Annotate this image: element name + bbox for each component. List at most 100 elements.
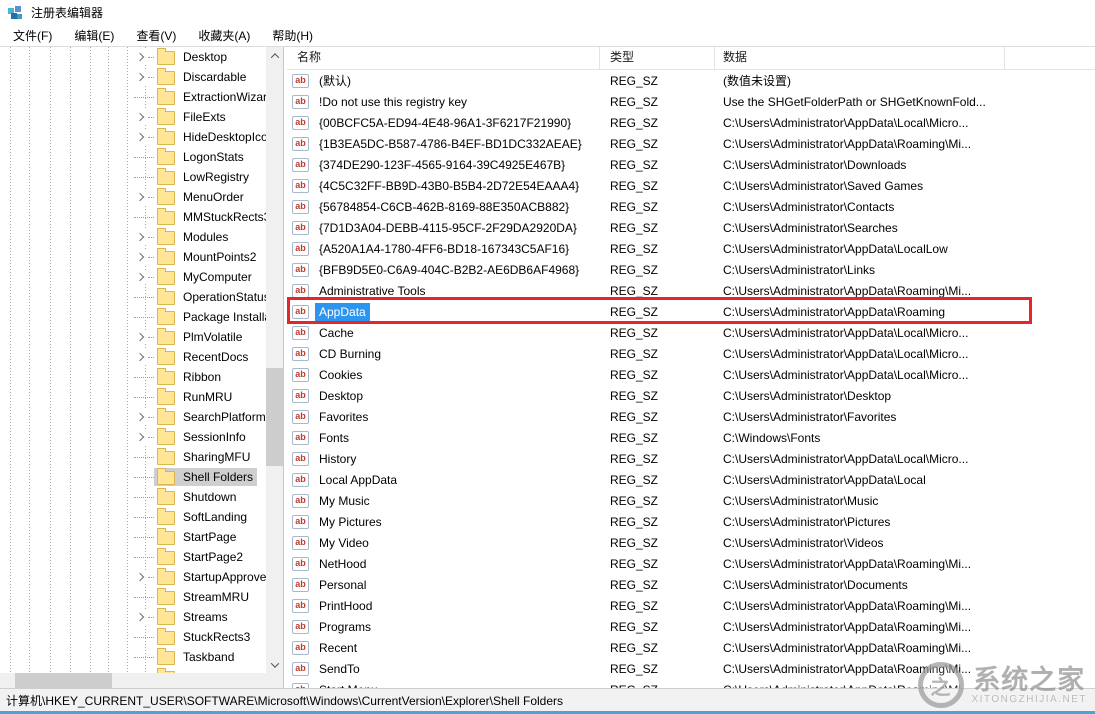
column-header-data[interactable]: 数据	[715, 47, 1005, 69]
value-name: Programs	[315, 618, 375, 636]
tree-item-label: RecentDocs	[181, 349, 250, 365]
registry-value-row[interactable]: abCacheREG_SZC:\Users\Administrator\AppD…	[287, 322, 1095, 343]
registry-value-row[interactable]: ab!Do not use this registry keyREG_SZUse…	[287, 91, 1095, 112]
chevron-right-icon[interactable]	[134, 410, 148, 424]
registry-value-row[interactable]: ab{56784854-C6CB-462B-8169-88E350ACB882}…	[287, 196, 1095, 217]
tree-item-runmru[interactable]: RunMRU	[0, 387, 266, 407]
registry-value-row[interactable]: abStart MenuREG_SZC:\Users\Administrator…	[287, 679, 1095, 688]
chevron-right-icon[interactable]	[134, 50, 148, 64]
column-header-type[interactable]: 类型	[600, 47, 715, 69]
registry-value-row[interactable]: abDesktopREG_SZC:\Users\Administrator\De…	[287, 385, 1095, 406]
registry-value-row[interactable]: abPersonalREG_SZC:\Users\Administrator\D…	[287, 574, 1095, 595]
chevron-right-icon[interactable]	[134, 190, 148, 204]
chevron-right-icon[interactable]	[134, 70, 148, 84]
tree-item-startpage[interactable]: StartPage	[0, 527, 266, 547]
tree-item-shell-folders[interactable]: Shell Folders	[0, 467, 266, 487]
folder-icon	[157, 531, 175, 545]
tree-item-mmstuckrects3[interactable]: MMStuckRects3	[0, 207, 266, 227]
chevron-right-icon[interactable]	[134, 230, 148, 244]
registry-value-row[interactable]: ab{BFB9D5E0-C6A9-404C-B2B2-AE6DB6AF4968}…	[287, 259, 1095, 280]
chevron-right-icon[interactable]	[134, 250, 148, 264]
scroll-left-arrow-icon[interactable]	[0, 673, 15, 688]
tree-item-sessioninfo[interactable]: SessionInfo	[0, 427, 266, 447]
tree-item-modules[interactable]: Modules	[0, 227, 266, 247]
menu-item-4[interactable]: 帮助(H)	[261, 25, 324, 46]
tree-item-recentdocs[interactable]: RecentDocs	[0, 347, 266, 367]
tree-item-discardable[interactable]: Discardable	[0, 67, 266, 87]
tree-item-sharingmfu[interactable]: SharingMFU	[0, 447, 266, 467]
string-value-icon: ab	[292, 452, 309, 466]
chevron-right-icon[interactable]	[134, 430, 148, 444]
registry-value-row[interactable]: abSendToREG_SZC:\Users\Administrator\App…	[287, 658, 1095, 679]
registry-value-row[interactable]: abFontsREG_SZC:\Windows\Fonts	[287, 427, 1095, 448]
registry-value-row[interactable]: ab{4C5C32FF-BB9D-43B0-B5B4-2D72E54EAAA4}…	[287, 175, 1095, 196]
vertical-scroll-thumb[interactable]	[266, 368, 283, 466]
registry-value-row[interactable]: abFavoritesREG_SZC:\Users\Administrator\…	[287, 406, 1095, 427]
menu-item-0[interactable]: 文件(F)	[2, 25, 63, 46]
registry-value-row[interactable]: abAdministrative ToolsREG_SZC:\Users\Adm…	[287, 280, 1095, 301]
chevron-right-icon[interactable]	[134, 610, 148, 624]
chevron-right-icon[interactable]	[134, 270, 148, 284]
tree-item-logonstats[interactable]: LogonStats	[0, 147, 266, 167]
tree-item-searchplatform[interactable]: SearchPlatform	[0, 407, 266, 427]
registry-value-row[interactable]: abMy VideoREG_SZC:\Users\Administrator\V…	[287, 532, 1095, 553]
string-value-icon: ab	[292, 74, 309, 88]
registry-value-row[interactable]: abCookiesREG_SZC:\Users\Administrator\Ap…	[287, 364, 1095, 385]
menu-item-3[interactable]: 收藏夹(A)	[187, 25, 261, 46]
registry-value-row[interactable]: abRecentREG_SZC:\Users\Administrator\App…	[287, 637, 1095, 658]
chevron-right-icon[interactable]	[134, 570, 148, 584]
tree-item-mountpoints2[interactable]: MountPoints2	[0, 247, 266, 267]
column-header-name[interactable]: 名称	[287, 47, 600, 69]
tree-item-streammru[interactable]: StreamMRU	[0, 587, 266, 607]
tree-item-hidedesktopicons[interactable]: HideDesktopIcons	[0, 127, 266, 147]
tree-item-taskband[interactable]: Taskband	[0, 647, 266, 667]
tree-vertical-scrollbar[interactable]	[266, 47, 283, 673]
registry-value-row[interactable]: ab{1B3EA5DC-B587-4786-B4EF-BD1DC332AEAE}…	[287, 133, 1095, 154]
folder-icon	[157, 71, 175, 85]
tree-item-startupapproved[interactable]: StartupApproved	[0, 567, 266, 587]
tree-item-package-installation[interactable]: Package Installation	[0, 307, 266, 327]
chevron-right-icon[interactable]	[134, 130, 148, 144]
tree-item-extractionwizard[interactable]: ExtractionWizard	[0, 87, 266, 107]
tree-horizontal-scrollbar[interactable]	[0, 673, 266, 688]
menu-item-2[interactable]: 查看(V)	[125, 25, 187, 46]
registry-value-row[interactable]: ab{A520A1A4-1780-4FF6-BD18-167343C5AF16}…	[287, 238, 1095, 259]
tree-item-lowregistry[interactable]: LowRegistry	[0, 167, 266, 187]
menu-item-1[interactable]: 编辑(E)	[63, 25, 125, 46]
tree-item-plmvolatile[interactable]: PlmVolatile	[0, 327, 266, 347]
tree-connector-dots	[134, 537, 154, 538]
chevron-right-icon[interactable]	[134, 330, 148, 344]
registry-value-row[interactable]: abAppDataREG_SZC:\Users\Administrator\Ap…	[287, 301, 1095, 322]
tree-item-streams[interactable]: Streams	[0, 607, 266, 627]
tree-item-mycomputer[interactable]: MyComputer	[0, 267, 266, 287]
tree-item-ribbon[interactable]: Ribbon	[0, 367, 266, 387]
registry-value-row[interactable]: ab{7D1D3A04-DEBB-4115-95CF-2F29DA2920DA}…	[287, 217, 1095, 238]
tree-item-shutdown[interactable]: Shutdown	[0, 487, 266, 507]
scroll-right-arrow-icon[interactable]	[251, 673, 266, 688]
tree-item-desktop[interactable]: Desktop	[0, 47, 266, 67]
registry-value-row[interactable]: abProgramsREG_SZC:\Users\Administrator\A…	[287, 616, 1095, 637]
horizontal-scroll-thumb[interactable]	[15, 673, 112, 688]
registry-value-row[interactable]: abCD BurningREG_SZC:\Users\Administrator…	[287, 343, 1095, 364]
tree-item-startpage2[interactable]: StartPage2	[0, 547, 266, 567]
scroll-up-arrow-icon[interactable]	[266, 47, 283, 64]
tree-item-menuorder[interactable]: MenuOrder	[0, 187, 266, 207]
tree-item-operationstatusmanager[interactable]: OperationStatusManager	[0, 287, 266, 307]
tree-item-stuckrects3[interactable]: StuckRects3	[0, 627, 266, 647]
registry-value-row[interactable]: abPrintHoodREG_SZC:\Users\Administrator\…	[287, 595, 1095, 616]
chevron-right-icon[interactable]	[134, 110, 148, 124]
registry-value-row[interactable]: abHistoryREG_SZC:\Users\Administrator\Ap…	[287, 448, 1095, 469]
registry-value-row[interactable]: ab{00BCFC5A-ED94-4E48-96A1-3F6217F21990}…	[287, 112, 1095, 133]
main-area: DesktopDiscardableExtractionWizardFileEx…	[0, 47, 1095, 688]
tree-item-fileexts[interactable]: FileExts	[0, 107, 266, 127]
chevron-right-icon[interactable]	[134, 350, 148, 364]
tree-item-softlanding[interactable]: SoftLanding	[0, 507, 266, 527]
registry-value-row[interactable]: ab{374DE290-123F-4565-9164-39C4925E467B}…	[287, 154, 1095, 175]
registry-value-row[interactable]: ab(默认)REG_SZ(数值未设置)	[287, 70, 1095, 91]
scroll-down-arrow-icon[interactable]	[266, 656, 283, 673]
registry-value-row[interactable]: abMy MusicREG_SZC:\Users\Administrator\M…	[287, 490, 1095, 511]
registry-value-row[interactable]: abLocal AppDataREG_SZC:\Users\Administra…	[287, 469, 1095, 490]
value-type: REG_SZ	[600, 95, 715, 109]
registry-value-row[interactable]: abMy PicturesREG_SZC:\Users\Administrato…	[287, 511, 1095, 532]
registry-value-row[interactable]: abNetHoodREG_SZC:\Users\Administrator\Ap…	[287, 553, 1095, 574]
